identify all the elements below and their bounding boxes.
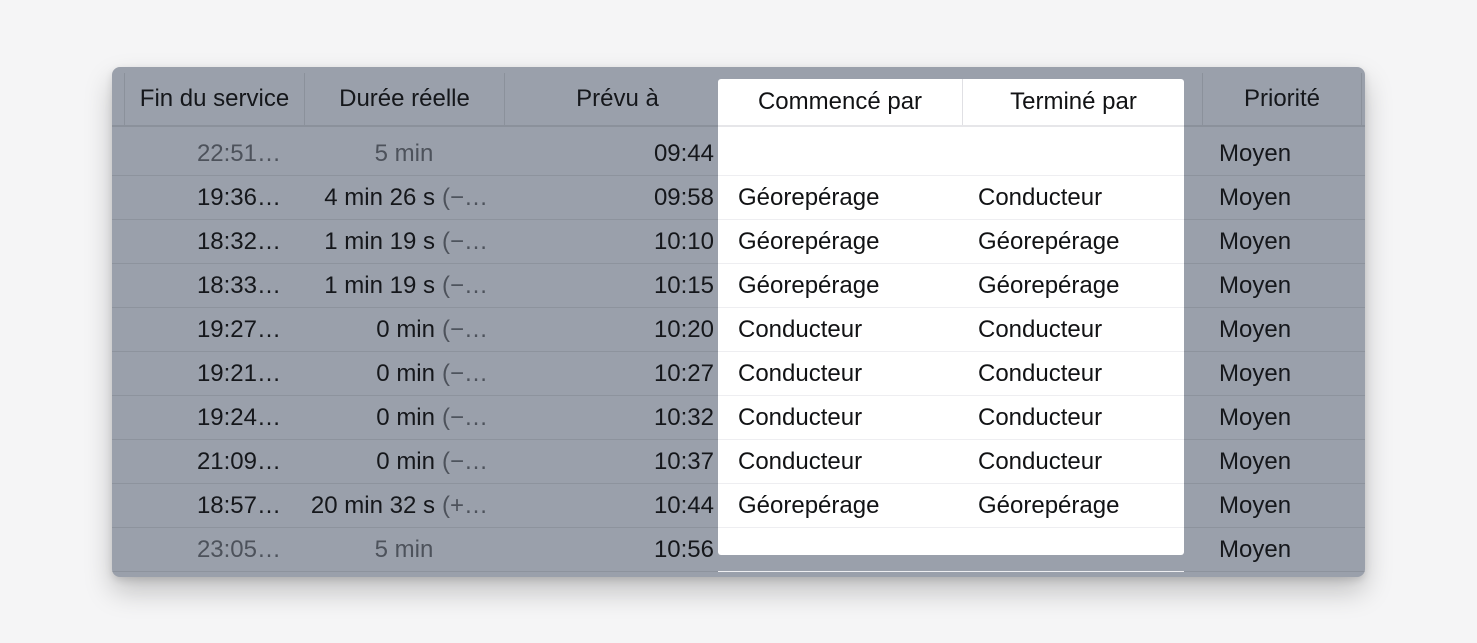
duration-value: 1 min 19 s [324, 272, 435, 299]
cell-priority: Moyen [1219, 316, 1292, 343]
cell-priority: Moyen [1219, 360, 1292, 387]
cell-priority: Moyen [1219, 404, 1292, 431]
duration-value: 4 min 26 s [324, 184, 435, 211]
cell-duration: 5 min [374, 536, 434, 563]
cell-planned-time: 10:32 [653, 404, 714, 431]
cell-planned-time: 10:15 [653, 272, 714, 299]
duration-delta: (−… [441, 316, 488, 343]
duration-value: 0 min [376, 404, 435, 431]
cell-end-time: 21:09… [196, 448, 281, 475]
cell-end-time: 19:27… [196, 316, 281, 343]
cell-end-time: 18:33… [196, 272, 281, 299]
cell-duration: 1 min 19 s (−… [292, 220, 488, 263]
cell-ended-by: Conducteur [978, 448, 1103, 475]
cell-end-time: 22:51… [196, 140, 281, 167]
duration-value: 0 min [376, 360, 435, 387]
cell-duration: 0 min (−… [292, 352, 488, 395]
duration-value: 0 min [376, 316, 435, 343]
highlighted-row[interactable]: Géorepérage Géorepérage [718, 264, 1184, 308]
cell-priority: Moyen [1219, 536, 1292, 563]
cell-planned-time: 10:27 [653, 360, 714, 387]
cell-planned-time: 10:20 [653, 316, 714, 343]
duration-delta: (−… [441, 184, 488, 211]
highlighted-row[interactable]: Géorepérage Géorepérage [718, 220, 1184, 264]
column-header-planned[interactable]: Prévu à [504, 73, 730, 125]
cell-started-by: Conducteur [738, 316, 863, 343]
cell-planned-time: 09:44 [653, 140, 714, 167]
cell-planned-time: 10:56 [653, 536, 714, 563]
cell-priority: Moyen [1219, 448, 1292, 475]
cell-planned-time: 10:10 [653, 228, 714, 255]
column-header-duration[interactable]: Durée réelle [304, 73, 504, 125]
highlighted-row[interactable]: Conducteur Conducteur [718, 308, 1184, 352]
duration-delta: (−… [441, 272, 488, 299]
cell-duration: 0 min (−… [292, 396, 488, 439]
cell-started-by: Géorepérage [738, 184, 880, 211]
column-header-started-by[interactable]: Commencé par [718, 76, 962, 128]
duration-delta: (−… [441, 228, 488, 255]
highlighted-row[interactable]: Conducteur Conducteur [718, 440, 1184, 484]
cell-end-time: 19:36… [196, 184, 281, 211]
cell-started-by: Conducteur [738, 404, 863, 431]
highlighted-row[interactable]: Géorepérage Conducteur [718, 176, 1184, 220]
cell-planned-time: 10:37 [653, 448, 714, 475]
cell-started-by: Géorepérage [738, 228, 880, 255]
cell-ended-by: Géorepérage [978, 492, 1120, 519]
duration-value: 1 min 19 s [324, 228, 435, 255]
cell-end-time: 18:57… [196, 492, 281, 519]
cell-priority: Moyen [1219, 228, 1292, 255]
cell-end-time: 23:05… [196, 536, 281, 563]
table-panel: Fin du service Durée réelle Prévu à Prio… [112, 67, 1365, 577]
cell-priority: Moyen [1219, 492, 1292, 519]
column-header-ended-by[interactable]: Terminé par [963, 76, 1184, 128]
cell-end-time: 19:21… [196, 360, 281, 387]
highlighted-row[interactable]: Conducteur Conducteur [718, 352, 1184, 396]
cell-ended-by: Conducteur [978, 316, 1103, 343]
column-header-end[interactable]: Fin du service [124, 73, 304, 125]
cell-priority: Moyen [1219, 140, 1292, 167]
cell-started-by: Conducteur [738, 448, 863, 475]
cell-duration: 4 min 26 s (−… [292, 176, 488, 219]
cell-started-by: Géorepérage [738, 272, 880, 299]
cell-end-time: 19:24… [196, 404, 281, 431]
cell-started-by: Conducteur [738, 360, 863, 387]
cell-ended-by: Conducteur [978, 404, 1103, 431]
highlighted-row[interactable] [718, 132, 1184, 176]
cell-ended-by: Conducteur [978, 360, 1103, 387]
duration-delta: (−… [441, 360, 488, 387]
highlighted-row[interactable]: Conducteur Conducteur [718, 396, 1184, 440]
duration-value: 20 min 32 s [310, 492, 435, 519]
highlighted-row[interactable]: Géorepérage Géorepérage [718, 484, 1184, 528]
highlighted-row[interactable] [718, 528, 1184, 572]
cell-ended-by: Géorepérage [978, 272, 1120, 299]
cell-duration: 20 min 32 s (+… [292, 484, 488, 527]
cell-ended-by: Conducteur [978, 184, 1103, 211]
highlighted-columns: Commencé par Terminé par Géorepérage Cond… [718, 79, 1184, 572]
cell-started-by: Géorepérage [738, 492, 880, 519]
duration-delta: (−… [441, 404, 488, 431]
cell-duration: 1 min 19 s (−… [292, 264, 488, 307]
highlighted-header: Commencé par Terminé par [718, 79, 1184, 127]
column-header-priority[interactable]: Priorité [1202, 73, 1362, 125]
cell-end-time: 18:32… [196, 228, 281, 255]
duration-value: 0 min [376, 448, 435, 475]
cell-planned-time: 09:58 [653, 184, 714, 211]
cell-duration: 0 min (−… [292, 308, 488, 351]
duration-delta: (−… [441, 448, 488, 475]
cell-planned-time: 10:44 [653, 492, 714, 519]
cell-duration: 0 min (−… [292, 440, 488, 483]
duration-delta: (+… [441, 492, 488, 519]
cell-ended-by: Géorepérage [978, 228, 1120, 255]
cell-duration: 5 min [374, 140, 434, 167]
cell-priority: Moyen [1219, 184, 1292, 211]
cell-priority: Moyen [1219, 272, 1292, 299]
